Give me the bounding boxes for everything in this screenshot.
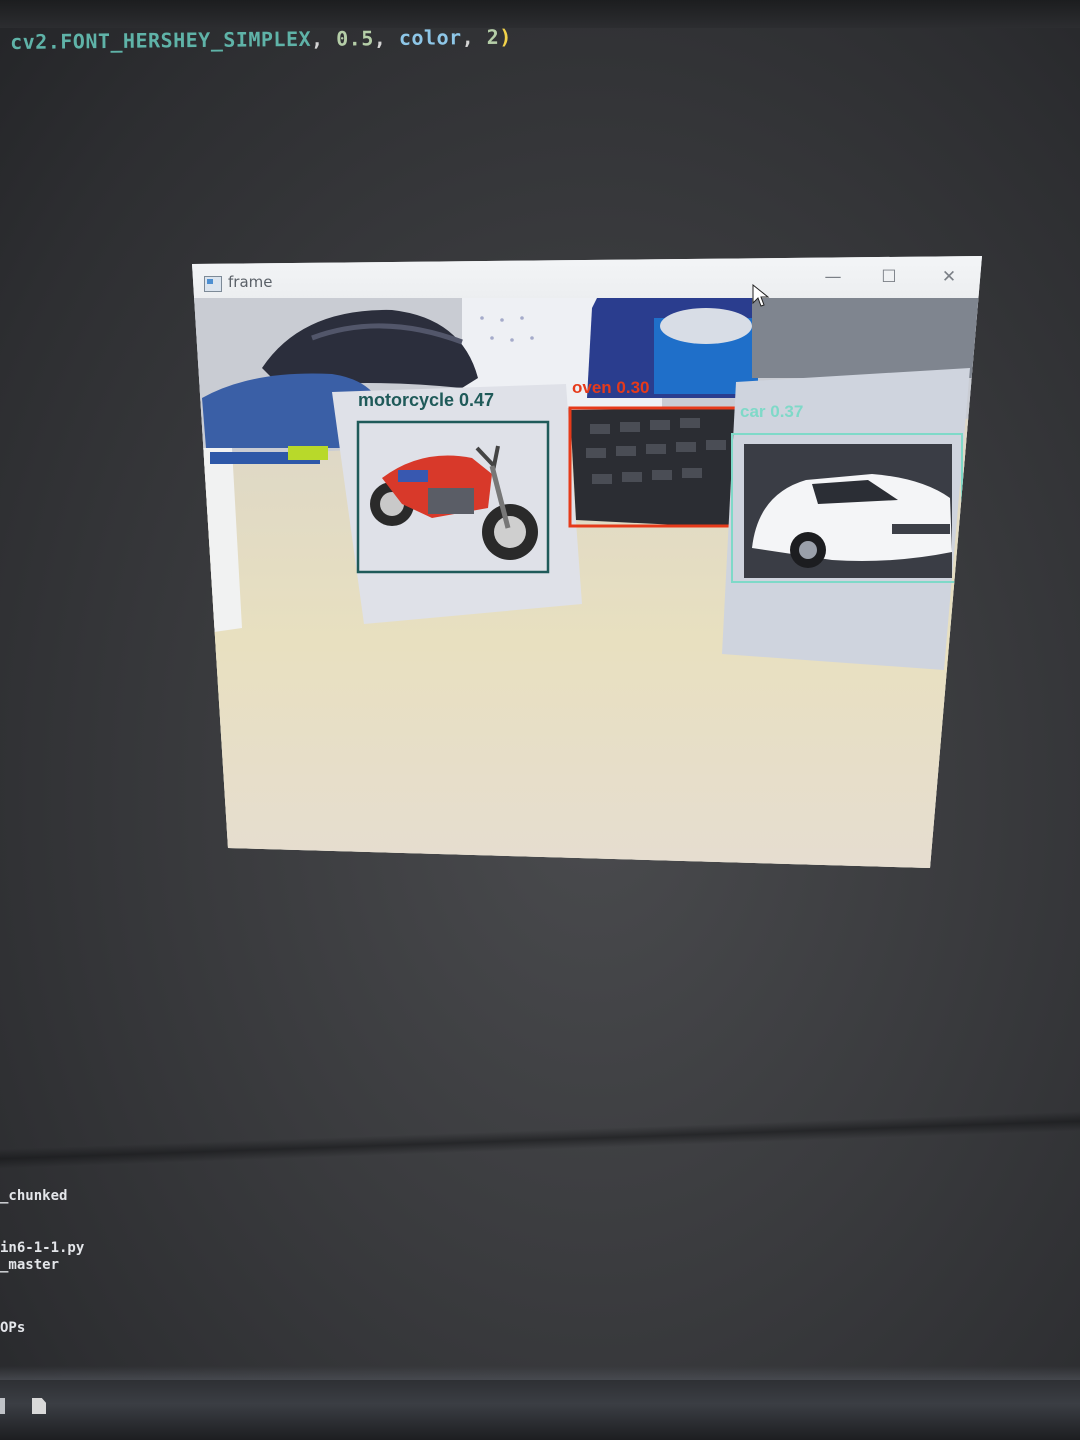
frame-title: frame — [228, 273, 273, 291]
code-token-close-paren: ) — [499, 24, 512, 49]
file-icon[interactable] — [32, 1398, 46, 1414]
code-token-separator: , — [461, 25, 487, 50]
code-token-font: cv2.FONT_HERSHEY_SIMPLEX — [10, 26, 312, 54]
taskbar-item[interactable] — [0, 1398, 5, 1414]
code-editor-line[interactable]: cv2.FONT_HERSHEY_SIMPLEX, 0.5, color, 2) — [10, 25, 512, 54]
monitor-screen: cv2.FONT_HERSHEY_SIMPLEX, 0.5, color, 2)… — [0, 0, 1080, 1440]
camera-frame: motorcycle 0.47 oven 0.30 car 0.37 — [192, 298, 982, 868]
detection-label-oven: oven 0.30 — [572, 378, 650, 397]
detection-label-car: car 0.37 — [740, 402, 804, 421]
taskbar — [0, 1380, 1080, 1440]
car-image — [744, 444, 952, 578]
code-token-thickness: 2 — [486, 24, 500, 50]
terminal-line: OPs — [0, 1320, 26, 1336]
frame-window[interactable]: frame — ☐ ✕ motorcycle 0.47 oven 0.30 ca… — [192, 256, 982, 868]
editor-top-edge — [0, 0, 1080, 28]
code-token-color: color — [398, 25, 462, 50]
minimize-button[interactable]: — — [820, 266, 846, 288]
terminal-line: _master — [0, 1257, 60, 1273]
code-token-scale: 0.5 — [336, 26, 374, 51]
close-button[interactable]: ✕ — [936, 266, 962, 288]
frame-window-icon — [204, 276, 222, 292]
frame-titlebar[interactable]: frame — ☐ ✕ — [192, 256, 982, 300]
mouse-cursor-icon — [752, 284, 770, 307]
code-token-separator: , — [310, 26, 337, 51]
maximize-button[interactable]: ☐ — [876, 266, 902, 288]
terminal-line: in6-1-1.py — [0, 1240, 85, 1256]
terminal-line: _chunked — [0, 1188, 68, 1204]
code-token-separator: , — [373, 25, 400, 51]
panel-divider — [0, 1110, 1080, 1170]
detection-label-motorcycle: motorcycle 0.47 — [358, 390, 495, 410]
